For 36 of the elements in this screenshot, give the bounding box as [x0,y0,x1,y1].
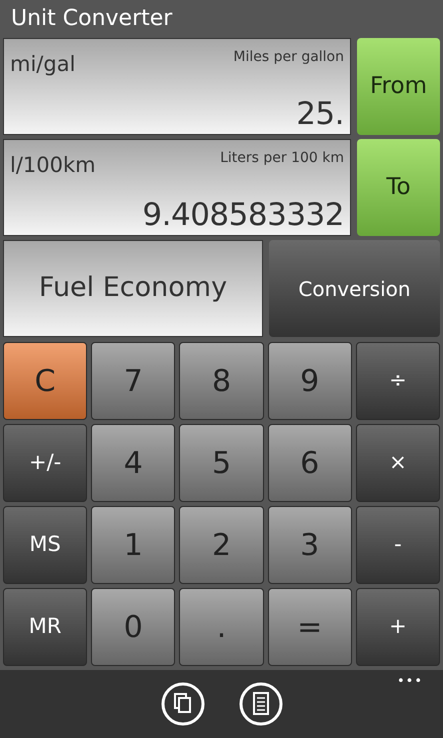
value-display: 25. [296,99,344,130]
unit-abbreviation: l/100km [10,152,96,179]
keypad-key[interactable]: . [179,588,264,666]
keypad-key[interactable]: 7 [91,342,176,420]
unit-abbreviation: mi/gal [10,51,76,78]
operator-key[interactable]: +/- [3,424,88,502]
unit-field[interactable]: mi/gal Miles per gallon 25. [3,38,351,135]
document-icon[interactable] [238,682,282,726]
keypad-key[interactable]: 5 [179,424,264,502]
unit-name: Miles per gallon [233,48,344,67]
operator-key[interactable]: + [356,588,440,666]
operator-key[interactable]: × [356,424,440,502]
keypad-key[interactable]: 1 [91,506,176,584]
operator-key[interactable]: MR [3,588,88,666]
keypad-key[interactable]: 0 [91,588,176,666]
unit-field[interactable]: l/100km Liters per 100 km 9.408583332 [3,139,351,236]
value-display: 9.408583332 [142,200,344,231]
app-title: Unit Converter [11,8,172,30]
unit-select-button[interactable]: To [357,139,440,236]
copy-icon[interactable] [160,682,204,726]
keypad-key[interactable]: 4 [91,424,176,502]
keypad-key[interactable]: 6 [268,424,352,502]
operator-key[interactable]: - [356,506,440,584]
more-button[interactable]: ••• [396,672,423,692]
keypad-key[interactable]: 2 [179,506,264,584]
keypad-key[interactable]: 8 [179,342,264,420]
clear-key[interactable]: C [3,342,88,420]
conversion-button[interactable]: Conversion [269,240,440,337]
keypad-key[interactable]: 9 [268,342,352,420]
category-selector[interactable]: Fuel Economy [3,240,263,337]
operator-key[interactable]: ÷ [356,342,440,420]
operator-key[interactable]: MS [3,506,88,584]
unit-name: Liters per 100 km [220,149,344,168]
keypad-key[interactable]: = [268,588,352,666]
keypad-key[interactable]: 3 [268,506,352,584]
unit-select-button[interactable]: From [357,38,440,135]
